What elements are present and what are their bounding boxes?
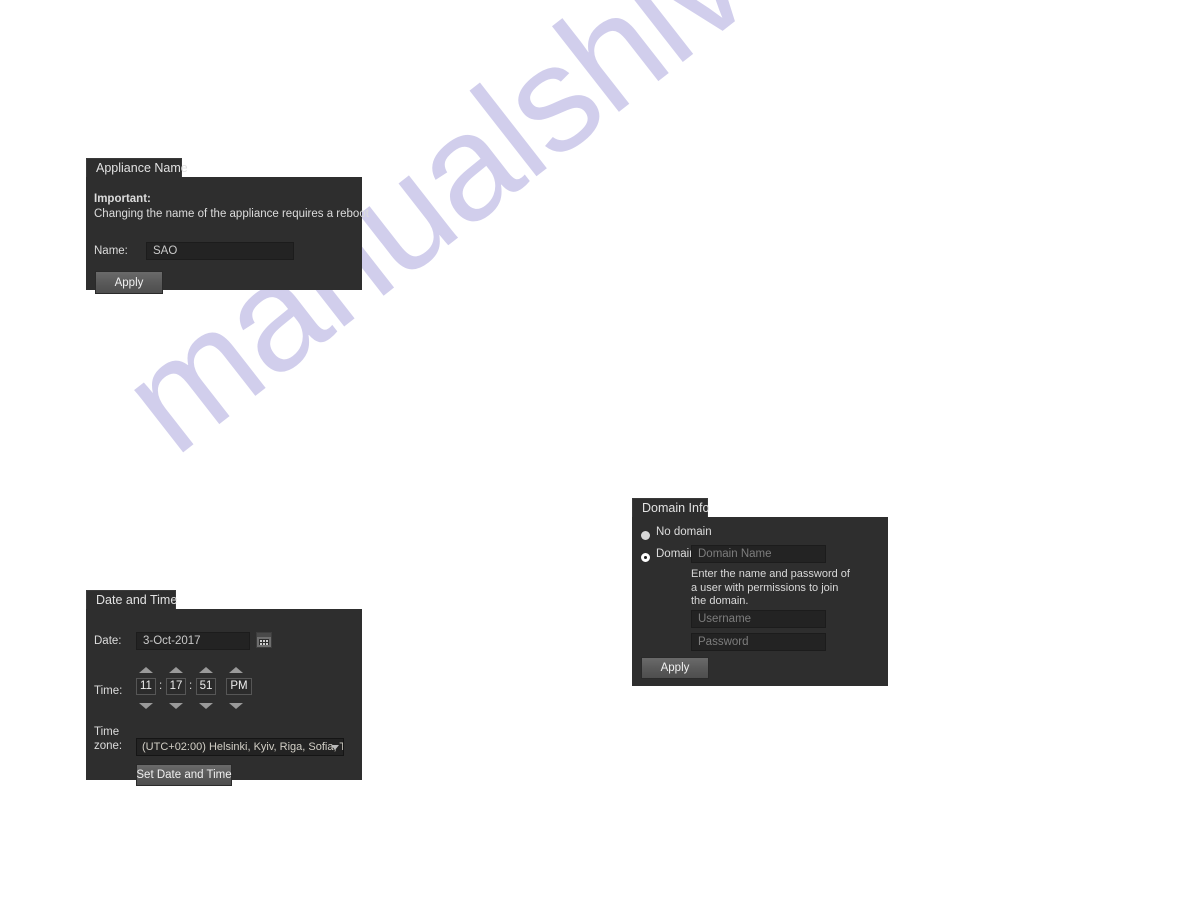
set-date-and-time-button[interactable]: Set Date and Time xyxy=(136,764,232,786)
appliance-name-input[interactable]: SAO xyxy=(146,242,294,260)
domain-name-input[interactable]: Domain Name xyxy=(691,545,826,563)
password-input[interactable]: Password xyxy=(691,633,826,651)
chevron-down-icon[interactable] xyxy=(331,745,339,750)
timezone-label-line2: zone: xyxy=(94,740,123,752)
domain-info-panel-body: No domain Domain: Domain Name Enter the … xyxy=(632,517,888,686)
domain-help-line-1: Enter the name and password of xyxy=(691,568,850,580)
time-seconds-spinner[interactable]: 51 xyxy=(196,667,222,709)
domain-help-line-2: a user with permissions to join xyxy=(691,581,839,594)
username-input[interactable]: Username xyxy=(691,610,826,628)
hours-down-arrow-icon[interactable] xyxy=(139,703,153,709)
time-separator-2: : xyxy=(189,680,193,692)
domain-info-tab[interactable]: Domain Info xyxy=(632,498,709,517)
time-label: Time: xyxy=(94,685,123,697)
minutes-down-arrow-icon[interactable] xyxy=(169,703,183,709)
appliance-name-tab[interactable]: Appliance Name xyxy=(86,158,188,177)
timezone-selected-value: (UTC+02:00) Helsinki, Kyiv, Riga, Sofia,… xyxy=(142,741,343,753)
domain-info-panel: Domain Info No domain Domain: Domain Nam… xyxy=(632,498,888,686)
appliance-name-panel: Appliance Name Important: Changing the n… xyxy=(86,158,369,294)
date-and-time-tab[interactable]: Date and Time xyxy=(86,590,177,609)
meridiem-up-arrow-icon[interactable] xyxy=(229,667,243,673)
date-and-time-panel: Date and Time Date: 3-Oct-2017 Time: 11 … xyxy=(86,590,362,786)
domain-help-line-3: the domain. xyxy=(691,595,749,607)
seconds-up-arrow-icon[interactable] xyxy=(199,667,213,673)
calendar-icon-grid xyxy=(259,639,269,645)
date-label: Date: xyxy=(94,635,122,647)
hours-up-arrow-icon[interactable] xyxy=(139,667,153,673)
time-separator-1: : xyxy=(159,680,163,692)
timezone-select[interactable]: (UTC+02:00) Helsinki, Kyiv, Riga, Sofia,… xyxy=(136,738,344,756)
minutes-up-arrow-icon[interactable] xyxy=(169,667,183,673)
seconds-down-arrow-icon[interactable] xyxy=(199,703,213,709)
meridiem-value[interactable]: PM xyxy=(226,678,252,695)
meridiem-down-arrow-icon[interactable] xyxy=(229,703,243,709)
timezone-label-line1: Time xyxy=(94,726,120,738)
radio-domain[interactable] xyxy=(641,553,650,562)
appliance-apply-button[interactable]: Apply xyxy=(95,271,163,294)
minutes-value[interactable]: 17 xyxy=(166,678,186,695)
date-and-time-panel-body: Date: 3-Oct-2017 Time: 11 : 17 : 51 PM T… xyxy=(86,609,362,786)
name-label: Name: xyxy=(94,245,128,257)
seconds-value[interactable]: 51 xyxy=(196,678,216,695)
important-text: Changing the name of the appliance requi… xyxy=(94,208,369,220)
no-domain-label[interactable]: No domain xyxy=(656,526,712,538)
important-label: Important: xyxy=(94,193,151,205)
calendar-icon-header xyxy=(257,633,271,637)
domain-apply-button[interactable]: Apply xyxy=(641,657,709,679)
time-meridiem-spinner[interactable]: PM xyxy=(226,667,256,709)
calendar-icon[interactable] xyxy=(256,632,272,648)
radio-no-domain[interactable] xyxy=(641,531,650,540)
appliance-name-panel-body: Important: Changing the name of the appl… xyxy=(86,177,369,294)
date-input[interactable]: 3-Oct-2017 xyxy=(136,632,250,650)
hours-value[interactable]: 11 xyxy=(136,678,156,695)
